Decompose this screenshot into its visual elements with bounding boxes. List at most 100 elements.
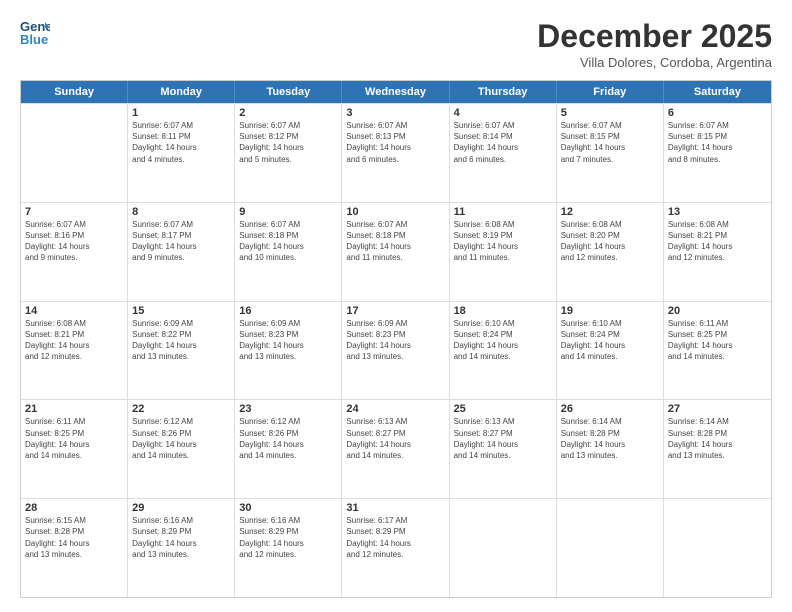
calendar-cell — [557, 499, 664, 597]
calendar-cell — [664, 499, 771, 597]
calendar-row: 21Sunrise: 6:11 AM Sunset: 8:25 PM Dayli… — [21, 399, 771, 498]
calendar-cell: 4Sunrise: 6:07 AM Sunset: 8:14 PM Daylig… — [450, 104, 557, 202]
day-number: 2 — [239, 107, 337, 119]
calendar-cell: 19Sunrise: 6:10 AM Sunset: 8:24 PM Dayli… — [557, 302, 664, 400]
day-info: Sunrise: 6:07 AM Sunset: 8:18 PM Dayligh… — [346, 219, 444, 264]
day-info: Sunrise: 6:17 AM Sunset: 8:29 PM Dayligh… — [346, 515, 444, 560]
header-day: Tuesday — [235, 81, 342, 103]
calendar-row: 28Sunrise: 6:15 AM Sunset: 8:28 PM Dayli… — [21, 498, 771, 597]
day-number: 3 — [346, 107, 444, 119]
day-number: 11 — [454, 206, 552, 218]
day-info: Sunrise: 6:12 AM Sunset: 8:26 PM Dayligh… — [132, 416, 230, 461]
logo: General Blue — [20, 18, 50, 46]
calendar-cell: 12Sunrise: 6:08 AM Sunset: 8:20 PM Dayli… — [557, 203, 664, 301]
day-info: Sunrise: 6:16 AM Sunset: 8:29 PM Dayligh… — [239, 515, 337, 560]
day-info: Sunrise: 6:13 AM Sunset: 8:27 PM Dayligh… — [454, 416, 552, 461]
calendar-row: 1Sunrise: 6:07 AM Sunset: 8:11 PM Daylig… — [21, 103, 771, 202]
header-day: Friday — [557, 81, 664, 103]
calendar-cell: 17Sunrise: 6:09 AM Sunset: 8:23 PM Dayli… — [342, 302, 449, 400]
calendar-cell: 28Sunrise: 6:15 AM Sunset: 8:28 PM Dayli… — [21, 499, 128, 597]
calendar-cell: 26Sunrise: 6:14 AM Sunset: 8:28 PM Dayli… — [557, 400, 664, 498]
calendar-cell: 18Sunrise: 6:10 AM Sunset: 8:24 PM Dayli… — [450, 302, 557, 400]
day-number: 17 — [346, 305, 444, 317]
day-info: Sunrise: 6:08 AM Sunset: 8:21 PM Dayligh… — [668, 219, 767, 264]
calendar-cell: 31Sunrise: 6:17 AM Sunset: 8:29 PM Dayli… — [342, 499, 449, 597]
calendar-row: 14Sunrise: 6:08 AM Sunset: 8:21 PM Dayli… — [21, 301, 771, 400]
day-number: 22 — [132, 403, 230, 415]
calendar-cell: 6Sunrise: 6:07 AM Sunset: 8:15 PM Daylig… — [664, 104, 771, 202]
calendar-cell: 11Sunrise: 6:08 AM Sunset: 8:19 PM Dayli… — [450, 203, 557, 301]
day-info: Sunrise: 6:07 AM Sunset: 8:15 PM Dayligh… — [561, 120, 659, 165]
calendar-cell: 10Sunrise: 6:07 AM Sunset: 8:18 PM Dayli… — [342, 203, 449, 301]
day-number: 30 — [239, 502, 337, 514]
day-info: Sunrise: 6:07 AM Sunset: 8:12 PM Dayligh… — [239, 120, 337, 165]
header-day: Sunday — [21, 81, 128, 103]
day-info: Sunrise: 6:11 AM Sunset: 8:25 PM Dayligh… — [668, 318, 767, 363]
header-day: Wednesday — [342, 81, 449, 103]
day-info: Sunrise: 6:07 AM Sunset: 8:14 PM Dayligh… — [454, 120, 552, 165]
day-info: Sunrise: 6:14 AM Sunset: 8:28 PM Dayligh… — [561, 416, 659, 461]
day-number: 5 — [561, 107, 659, 119]
calendar-cell: 1Sunrise: 6:07 AM Sunset: 8:11 PM Daylig… — [128, 104, 235, 202]
calendar-cell: 21Sunrise: 6:11 AM Sunset: 8:25 PM Dayli… — [21, 400, 128, 498]
day-info: Sunrise: 6:07 AM Sunset: 8:18 PM Dayligh… — [239, 219, 337, 264]
day-info: Sunrise: 6:10 AM Sunset: 8:24 PM Dayligh… — [561, 318, 659, 363]
calendar-cell: 13Sunrise: 6:08 AM Sunset: 8:21 PM Dayli… — [664, 203, 771, 301]
day-number: 23 — [239, 403, 337, 415]
day-number: 19 — [561, 305, 659, 317]
day-number: 29 — [132, 502, 230, 514]
day-number: 28 — [25, 502, 123, 514]
calendar-body: 1Sunrise: 6:07 AM Sunset: 8:11 PM Daylig… — [21, 103, 771, 597]
day-info: Sunrise: 6:07 AM Sunset: 8:16 PM Dayligh… — [25, 219, 123, 264]
day-info: Sunrise: 6:09 AM Sunset: 8:23 PM Dayligh… — [346, 318, 444, 363]
calendar-cell: 7Sunrise: 6:07 AM Sunset: 8:16 PM Daylig… — [21, 203, 128, 301]
svg-text:Blue: Blue — [20, 32, 48, 46]
calendar: SundayMondayTuesdayWednesdayThursdayFrid… — [20, 80, 772, 598]
title-block: December 2025 Villa Dolores, Cordoba, Ar… — [537, 18, 772, 70]
day-info: Sunrise: 6:09 AM Sunset: 8:22 PM Dayligh… — [132, 318, 230, 363]
header-day: Saturday — [664, 81, 771, 103]
day-info: Sunrise: 6:08 AM Sunset: 8:21 PM Dayligh… — [25, 318, 123, 363]
day-number: 21 — [25, 403, 123, 415]
calendar-cell: 30Sunrise: 6:16 AM Sunset: 8:29 PM Dayli… — [235, 499, 342, 597]
logo-icon: General Blue — [20, 18, 50, 46]
day-info: Sunrise: 6:07 AM Sunset: 8:13 PM Dayligh… — [346, 120, 444, 165]
day-number: 8 — [132, 206, 230, 218]
day-number: 9 — [239, 206, 337, 218]
page: General Blue December 2025 Villa Dolores… — [0, 0, 792, 612]
calendar-cell: 27Sunrise: 6:14 AM Sunset: 8:28 PM Dayli… — [664, 400, 771, 498]
calendar-cell: 14Sunrise: 6:08 AM Sunset: 8:21 PM Dayli… — [21, 302, 128, 400]
calendar-cell — [21, 104, 128, 202]
calendar-row: 7Sunrise: 6:07 AM Sunset: 8:16 PM Daylig… — [21, 202, 771, 301]
month-title: December 2025 — [537, 18, 772, 55]
day-number: 18 — [454, 305, 552, 317]
calendar-cell: 23Sunrise: 6:12 AM Sunset: 8:26 PM Dayli… — [235, 400, 342, 498]
day-number: 25 — [454, 403, 552, 415]
day-number: 6 — [668, 107, 767, 119]
day-number: 27 — [668, 403, 767, 415]
day-info: Sunrise: 6:08 AM Sunset: 8:19 PM Dayligh… — [454, 219, 552, 264]
subtitle: Villa Dolores, Cordoba, Argentina — [537, 55, 772, 70]
day-number: 4 — [454, 107, 552, 119]
day-info: Sunrise: 6:12 AM Sunset: 8:26 PM Dayligh… — [239, 416, 337, 461]
day-number: 13 — [668, 206, 767, 218]
calendar-header: SundayMondayTuesdayWednesdayThursdayFrid… — [21, 81, 771, 103]
day-number: 1 — [132, 107, 230, 119]
day-number: 7 — [25, 206, 123, 218]
calendar-cell: 20Sunrise: 6:11 AM Sunset: 8:25 PM Dayli… — [664, 302, 771, 400]
day-info: Sunrise: 6:07 AM Sunset: 8:11 PM Dayligh… — [132, 120, 230, 165]
day-info: Sunrise: 6:14 AM Sunset: 8:28 PM Dayligh… — [668, 416, 767, 461]
day-number: 12 — [561, 206, 659, 218]
day-number: 31 — [346, 502, 444, 514]
header: General Blue December 2025 Villa Dolores… — [20, 18, 772, 70]
day-info: Sunrise: 6:16 AM Sunset: 8:29 PM Dayligh… — [132, 515, 230, 560]
calendar-cell: 16Sunrise: 6:09 AM Sunset: 8:23 PM Dayli… — [235, 302, 342, 400]
calendar-cell: 9Sunrise: 6:07 AM Sunset: 8:18 PM Daylig… — [235, 203, 342, 301]
calendar-cell: 2Sunrise: 6:07 AM Sunset: 8:12 PM Daylig… — [235, 104, 342, 202]
calendar-cell: 15Sunrise: 6:09 AM Sunset: 8:22 PM Dayli… — [128, 302, 235, 400]
day-info: Sunrise: 6:10 AM Sunset: 8:24 PM Dayligh… — [454, 318, 552, 363]
day-info: Sunrise: 6:15 AM Sunset: 8:28 PM Dayligh… — [25, 515, 123, 560]
day-info: Sunrise: 6:08 AM Sunset: 8:20 PM Dayligh… — [561, 219, 659, 264]
calendar-cell: 25Sunrise: 6:13 AM Sunset: 8:27 PM Dayli… — [450, 400, 557, 498]
calendar-cell: 8Sunrise: 6:07 AM Sunset: 8:17 PM Daylig… — [128, 203, 235, 301]
